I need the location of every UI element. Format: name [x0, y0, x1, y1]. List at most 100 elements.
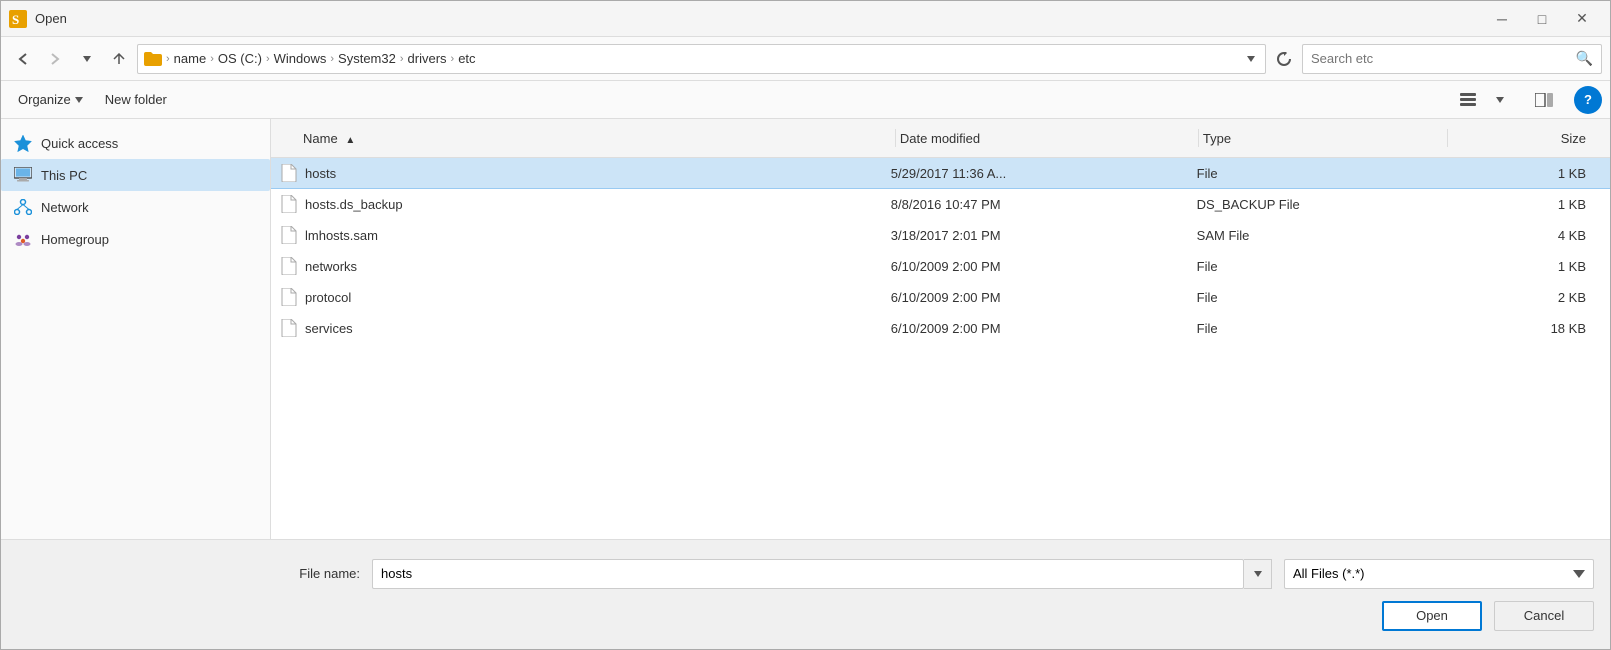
svg-text:S: S: [12, 12, 19, 27]
file-date: 3/18/2017 2:01 PM: [891, 228, 1197, 243]
file-list-header: Name ▲ Date modified Type Size: [271, 119, 1610, 158]
toolbar: Organize New folder ?: [1, 81, 1610, 119]
view-dropdown-button[interactable]: [1486, 86, 1514, 114]
filename-dropdown-button[interactable]: [1244, 559, 1272, 589]
col-resizer-3: [1447, 129, 1448, 147]
minimize-button[interactable]: ─: [1482, 1, 1522, 37]
col-resizer-1: [895, 129, 896, 147]
file-date: 6/10/2009 2:00 PM: [891, 259, 1197, 274]
filename-row: File name: All Files (*.*): [17, 559, 1594, 589]
main-content: Quick access This PC: [1, 119, 1610, 539]
title-text: Open: [35, 11, 67, 26]
dropdown-recent-button[interactable]: [73, 45, 101, 73]
col-header-name[interactable]: Name ▲: [279, 131, 891, 146]
file-name: services: [305, 321, 353, 336]
sidebar-label-network: Network: [41, 200, 89, 215]
file-icon: [279, 287, 299, 307]
computer-icon: [13, 165, 33, 185]
preview-pane-button[interactable]: [1530, 86, 1558, 114]
file-date: 6/10/2009 2:00 PM: [891, 290, 1197, 305]
open-dialog: S Open ─ □ ✕ › name ›: [0, 0, 1611, 650]
breadcrumb-osc[interactable]: OS (C:): [218, 51, 262, 66]
help-button[interactable]: ?: [1574, 86, 1602, 114]
title-bar-left: S Open: [9, 10, 67, 28]
search-input[interactable]: [1311, 51, 1576, 66]
close-button[interactable]: ✕: [1562, 1, 1602, 37]
filename-label: File name:: [299, 566, 360, 581]
col-header-size[interactable]: Size: [1452, 131, 1602, 146]
breadcrumb-windows[interactable]: Windows: [274, 51, 327, 66]
file-name: protocol: [305, 290, 351, 305]
file-name: lmhosts.sam: [305, 228, 378, 243]
file-icon: [279, 256, 299, 276]
organize-button[interactable]: Organize: [9, 88, 92, 111]
file-size: 1 KB: [1447, 259, 1602, 274]
breadcrumb-dropdown[interactable]: [1243, 51, 1259, 67]
search-box: 🔍: [1302, 44, 1602, 74]
refresh-button[interactable]: [1270, 45, 1298, 73]
file-row[interactable]: protocol 6/10/2009 2:00 PM File 2 KB: [271, 282, 1610, 313]
breadcrumb-this-pc[interactable]: name: [174, 51, 207, 66]
open-button[interactable]: Open: [1382, 601, 1482, 631]
homegroup-icon: [13, 229, 33, 249]
title-bar-controls: ─ □ ✕: [1482, 1, 1602, 37]
sidebar-label-this-pc: This PC: [41, 168, 87, 183]
file-icon: [279, 163, 299, 183]
footer-button-row: Open Cancel: [17, 601, 1594, 631]
file-size: 1 KB: [1447, 166, 1602, 181]
file-size: 2 KB: [1447, 290, 1602, 305]
file-row[interactable]: hosts.ds_backup 8/8/2016 10:47 PM DS_BAC…: [271, 189, 1610, 220]
new-folder-button[interactable]: New folder: [96, 88, 176, 111]
filename-input[interactable]: [372, 559, 1244, 589]
app-icon: S: [9, 10, 27, 28]
file-date: 5/29/2017 11:36 A...: [891, 166, 1197, 181]
file-type: File: [1197, 166, 1447, 181]
sort-arrow: ▲: [345, 135, 355, 146]
breadcrumb-drivers[interactable]: drivers: [408, 51, 447, 66]
filetype-select[interactable]: All Files (*.*): [1284, 559, 1594, 589]
file-row[interactable]: services 6/10/2009 2:00 PM File 18 KB: [271, 313, 1610, 344]
network-icon: [13, 197, 33, 217]
file-date: 6/10/2009 2:00 PM: [891, 321, 1197, 336]
file-size: 1 KB: [1447, 197, 1602, 212]
col-header-type[interactable]: Type: [1203, 131, 1444, 146]
sidebar-item-homegroup[interactable]: Homegroup: [1, 223, 270, 255]
file-rows-container: hosts 5/29/2017 11:36 A... File 1 KB hos…: [271, 158, 1610, 344]
forward-button[interactable]: [41, 45, 69, 73]
file-type: DS_BACKUP File: [1197, 197, 1447, 212]
file-icon: [279, 225, 299, 245]
sidebar-item-network[interactable]: Network: [1, 191, 270, 223]
address-bar: › name › OS (C:) › Windows › System32 › …: [1, 37, 1610, 81]
file-row[interactable]: lmhosts.sam 3/18/2017 2:01 PM SAM File 4…: [271, 220, 1610, 251]
col-header-date[interactable]: Date modified: [900, 131, 1194, 146]
list-view-button[interactable]: [1454, 86, 1482, 114]
footer: File name: All Files (*.*) Open Cancel: [1, 539, 1610, 649]
file-row[interactable]: networks 6/10/2009 2:00 PM File 1 KB: [271, 251, 1610, 282]
file-type: File: [1197, 259, 1447, 274]
sidebar-label-homegroup: Homegroup: [41, 232, 109, 247]
file-name: networks: [305, 259, 357, 274]
search-icon[interactable]: 🔍: [1576, 50, 1593, 67]
maximize-button[interactable]: □: [1522, 1, 1562, 37]
sidebar-item-quick-access[interactable]: Quick access: [1, 127, 270, 159]
folder-icon: [144, 52, 162, 66]
breadcrumb-system32[interactable]: System32: [338, 51, 396, 66]
file-type: SAM File: [1197, 228, 1447, 243]
file-row[interactable]: hosts 5/29/2017 11:36 A... File 1 KB: [271, 158, 1610, 189]
file-size: 18 KB: [1447, 321, 1602, 336]
title-bar: S Open ─ □ ✕: [1, 1, 1610, 37]
sidebar-label-quick-access: Quick access: [41, 136, 118, 151]
file-list: Name ▲ Date modified Type Size: [271, 119, 1610, 539]
file-type: File: [1197, 321, 1447, 336]
col-resizer-2: [1198, 129, 1199, 147]
breadcrumb-etc[interactable]: etc: [458, 51, 475, 66]
back-button[interactable]: [9, 45, 37, 73]
file-date: 8/8/2016 10:47 PM: [891, 197, 1197, 212]
up-button[interactable]: [105, 45, 133, 73]
breadcrumb-bar[interactable]: › name › OS (C:) › Windows › System32 › …: [137, 44, 1266, 74]
file-type: File: [1197, 290, 1447, 305]
file-icon: [279, 318, 299, 338]
cancel-button[interactable]: Cancel: [1494, 601, 1594, 631]
sidebar-item-this-pc[interactable]: This PC: [1, 159, 270, 191]
file-size: 4 KB: [1447, 228, 1602, 243]
